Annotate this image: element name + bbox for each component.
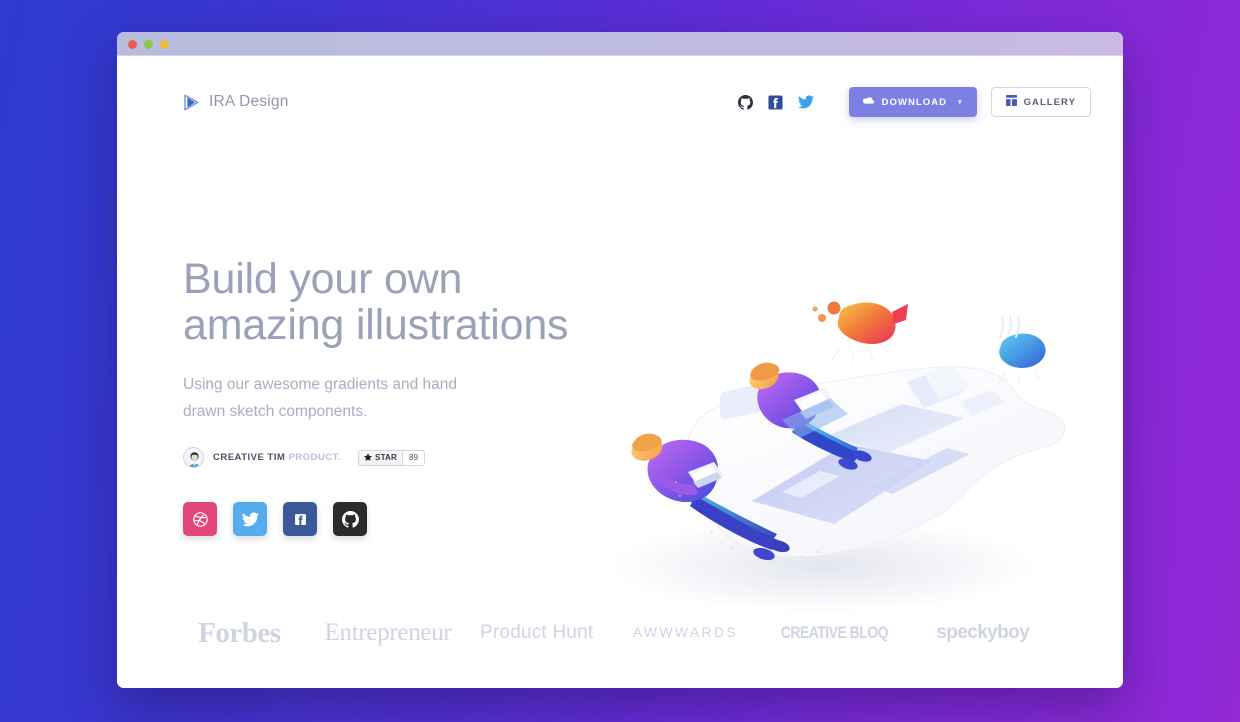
github-button[interactable] xyxy=(333,502,367,537)
grid-gallery-icon xyxy=(1005,95,1017,109)
social-button-group xyxy=(183,502,623,537)
play-triangle-logo-icon xyxy=(183,94,200,111)
subtitle-line-2: drawn sketch components. xyxy=(183,403,368,420)
hero-illustration xyxy=(572,296,1082,626)
product-credit-name: CREATIVE TIM xyxy=(213,452,289,464)
gallery-button-label: GALLERY xyxy=(1023,96,1076,108)
window-close-button[interactable] xyxy=(128,39,137,49)
github-star-widget: STAR 89 xyxy=(358,449,425,466)
product-credit-label: CREATIVE TIM PRODUCT. xyxy=(213,452,341,463)
hero-section: Build your own amazing illustrations Usi… xyxy=(117,126,1123,631)
brand-name: IRA Design xyxy=(209,93,289,110)
product-credit-row: CREATIVE TIM PRODUCT. STAR 89 xyxy=(183,447,623,469)
github-icon xyxy=(341,510,359,528)
cloud-download-icon xyxy=(862,96,875,109)
hero-subtitle: Using our awesome gradients and hand dra… xyxy=(183,371,483,425)
github-icon[interactable] xyxy=(731,89,761,115)
page-content: IRA Design DOWNLOAD ▾ GALLERY Build your… xyxy=(117,56,1123,688)
header-actions: DOWNLOAD ▾ GALLERY xyxy=(731,87,1091,117)
headline-line-2: amazing illustrations xyxy=(183,301,569,350)
browser-title-bar xyxy=(117,32,1123,56)
desktop-backdrop: IRA Design DOWNLOAD ▾ GALLERY Build your… xyxy=(0,0,1240,722)
brand-logo-awwwards[interactable]: AWWWARDS xyxy=(611,624,760,642)
window-maximize-button[interactable] xyxy=(160,39,169,49)
brand-logo-creative-bloq[interactable]: CREATIVE BLOQ xyxy=(760,623,909,643)
star-button[interactable]: STAR xyxy=(358,449,404,466)
hero-copy: Build your own amazing illustrations Usi… xyxy=(183,126,623,537)
download-button-label: DOWNLOAD xyxy=(881,96,948,108)
facebook-button[interactable] xyxy=(283,502,317,537)
site-header: IRA Design DOWNLOAD ▾ GALLERY xyxy=(117,56,1123,126)
star-count[interactable]: 89 xyxy=(403,449,425,466)
dribbble-button[interactable] xyxy=(183,502,217,537)
star-button-label: STAR xyxy=(375,453,398,463)
page-title: Build your own amazing illustrations xyxy=(183,256,623,349)
download-button[interactable]: DOWNLOAD ▾ xyxy=(848,87,977,117)
creative-tim-avatar-icon xyxy=(183,447,204,469)
twitter-icon[interactable] xyxy=(791,89,821,115)
headline-line-1: Build your own xyxy=(183,255,463,303)
facebook-icon xyxy=(293,512,308,527)
brand-logo-forbes[interactable]: Forbes xyxy=(165,617,314,650)
star-icon xyxy=(364,452,373,463)
product-credit-suffix: PRODUCT. xyxy=(288,452,342,464)
browser-window: IRA Design DOWNLOAD ▾ GALLERY Build your… xyxy=(117,32,1123,688)
window-minimize-button[interactable] xyxy=(144,39,153,49)
facebook-icon[interactable] xyxy=(761,89,791,115)
twitter-button[interactable] xyxy=(233,502,267,537)
brand-logo[interactable]: IRA Design xyxy=(183,93,289,111)
subtitle-line-1: Using our awesome gradients and hand xyxy=(183,375,458,393)
brand-logo-entrepreneur[interactable]: Entrepreneur xyxy=(314,619,463,647)
twitter-icon xyxy=(241,511,259,528)
dribbble-icon xyxy=(192,511,209,528)
gallery-button[interactable]: GALLERY xyxy=(990,87,1091,117)
chevron-down-icon: ▾ xyxy=(958,99,963,106)
